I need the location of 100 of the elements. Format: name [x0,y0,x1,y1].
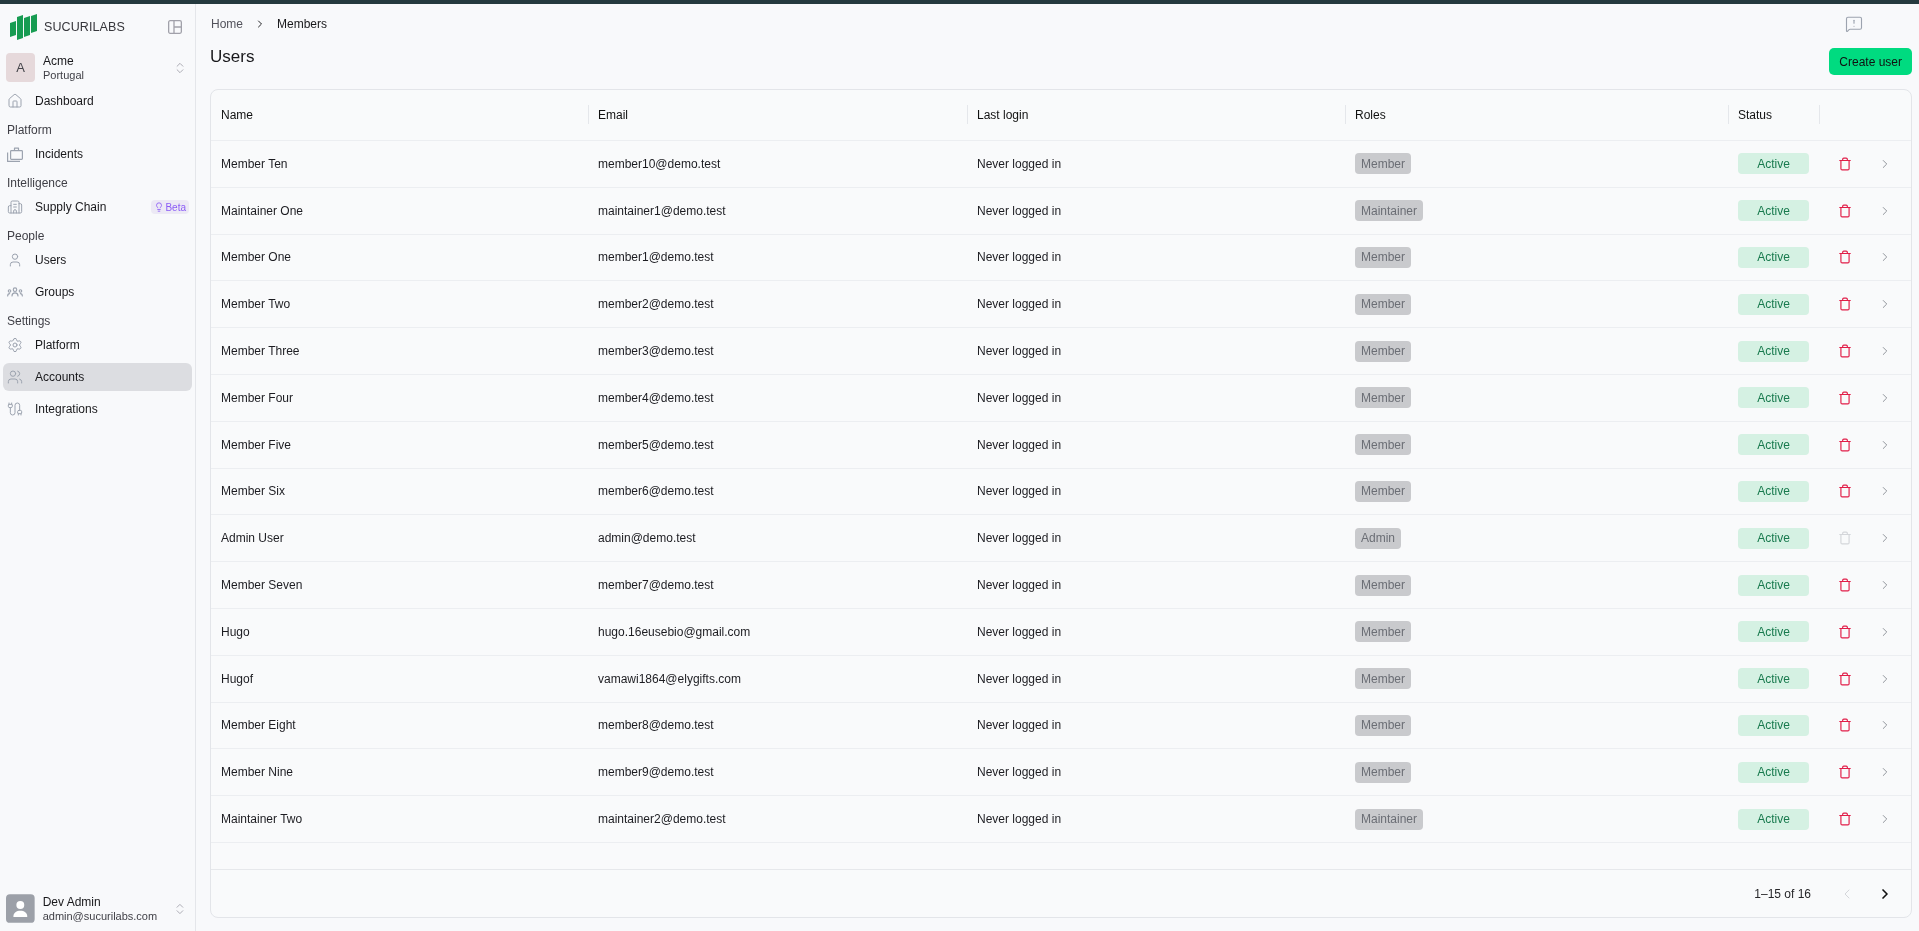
status-badge: Active [1738,200,1809,222]
table-cell: maintainer1@demo.test [598,203,726,218]
role-badge: Member [1355,434,1411,456]
status-badge: Active [1738,480,1809,502]
table-cell: admin@demo.test [598,531,696,546]
status-badge: Active [1738,714,1809,736]
table-cell: member10@demo.test [598,156,721,171]
role-badge: Member [1355,153,1411,175]
nav-item[interactable]: Users [3,246,192,274]
section-label: Intelligence [6,175,69,191]
status-badge: Active [1738,434,1809,456]
nav-item[interactable]: Supply Chain Beta [3,193,192,221]
column-header: Roles [1355,108,1386,122]
trash-icon[interactable] [1838,578,1852,593]
status-badge: Active [1738,340,1809,362]
breadcrumb-link[interactable]: Home [211,17,243,31]
table-cell: Maintainer One [221,203,304,218]
trash-icon[interactable] [1838,484,1852,499]
table-cell: Member One [221,250,292,265]
person-icon [7,252,23,268]
table-cell: Never logged in [977,624,1062,639]
status-badge: Active [1738,387,1809,409]
table-cell: Never logged in [977,578,1062,593]
table-cell: member4@demo.test [598,390,714,405]
settings-icon [7,337,23,353]
trash-icon[interactable] [1838,671,1852,686]
table-cell: member6@demo.test [598,484,714,499]
table-cell: Never logged in [977,671,1062,686]
trash-icon[interactable] [1838,203,1852,218]
section-label: Platform [6,122,53,138]
trash-icon[interactable] [1838,344,1852,359]
trash-icon[interactable] [1838,437,1852,452]
table-cell: hugo.16eusebio@gmail.com [598,624,751,639]
table-cell: Never logged in [977,718,1062,733]
table-cell: Member Three [221,344,300,359]
role-badge: Maintainer [1355,808,1424,830]
section-label: Settings [6,313,52,329]
status-badge: Active [1738,668,1809,690]
status-badge: Active [1738,527,1809,549]
current-page-label: Members [277,17,328,31]
status-badge: Active [1738,621,1809,643]
table-cell: Maintainer Two [221,812,303,827]
table-cell: Member Four [221,390,294,405]
org-avatar: A [6,53,35,82]
nav-item[interactable]: Platform [3,331,192,359]
nav-item[interactable]: Groups [3,278,192,306]
panel-layout-icon[interactable] [168,19,182,34]
trash-icon[interactable] [1838,718,1852,733]
role-badge: Member [1355,480,1411,502]
trash-icon[interactable] [1838,297,1852,312]
column-header: Last login [977,108,1029,122]
trash-icon[interactable] [1838,812,1852,827]
nav-item[interactable]: Integrations [3,395,192,423]
table-cell: Member Eight [221,718,296,733]
table-cell: Never logged in [977,250,1062,265]
status-badge: Active [1738,293,1809,315]
briefcase-icon [7,146,23,162]
status-badge: Active [1738,761,1809,783]
group-icon [7,287,23,297]
role-badge: Maintainer [1355,200,1424,222]
table-cell: Member Six [221,484,285,499]
trash-icon[interactable] [1838,156,1852,171]
role-badge: Member [1355,387,1411,409]
feedback-icon[interactable] [1845,15,1863,33]
user-email: admin@sucurilabs.com [42,909,158,923]
column-header: Name [221,108,253,122]
trash-icon[interactable] [1838,250,1852,265]
tag-label: Beta [165,201,186,213]
nav-item[interactable]: Accounts [3,363,192,391]
role-badge: Member [1355,621,1411,643]
table-cell: Never logged in [977,344,1062,359]
table-cell: maintainer2@demo.test [598,812,726,827]
people-icon [7,369,23,385]
trash-icon[interactable] [1838,765,1852,780]
status-badge: Active [1738,247,1809,268]
nav-item[interactable]: Incidents [3,140,192,168]
trash-icon[interactable] [1838,390,1852,405]
role-badge: Member [1355,247,1411,268]
table-cell: Member Nine [221,765,294,780]
table-cell: member9@demo.test [598,765,714,780]
page-title: Users [210,48,255,66]
table-cell: Member Ten [221,156,288,171]
table-cell: Never logged in [977,531,1062,546]
role-badge: Member [1355,340,1411,362]
trash-icon[interactable] [1838,624,1852,639]
table-cell: member7@demo.test [598,578,714,593]
table-cell: Member Two [221,297,291,312]
table-cell: member8@demo.test [598,718,714,733]
building-icon [7,199,23,215]
brand-name: SUCURILABS [44,19,125,34]
avatar-icon [6,894,35,923]
status-badge: Active [1738,153,1809,175]
create-user-button[interactable]: Create user [1829,48,1912,75]
pagination-range: 1–15 of 16 [1754,886,1811,901]
table-cell: Hugo [221,624,250,639]
nav-item[interactable]: Dashboard [3,87,192,115]
logo-icon [10,13,37,40]
user-name: Dev Admin [42,894,102,909]
table-cell: Never logged in [977,297,1062,312]
column-header: Email [598,108,628,122]
